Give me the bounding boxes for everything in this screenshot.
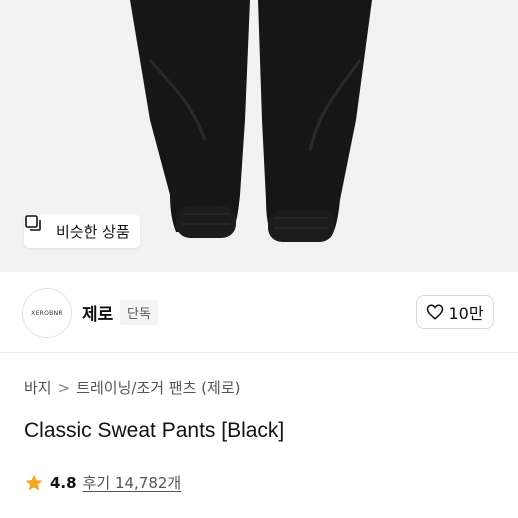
breadcrumb-item-pants[interactable]: 바지: [24, 377, 52, 398]
star-icon: [24, 473, 44, 493]
breadcrumb-separator: >: [57, 378, 71, 397]
brand-logo-text: XEROBNR: [31, 309, 63, 317]
exclusive-badge: 단독: [120, 300, 158, 325]
review-count-link[interactable]: 후기 14,782개: [83, 472, 182, 493]
like-count: 10만: [448, 304, 484, 323]
like-button[interactable]: 10만: [416, 295, 494, 329]
rating-value: 4.8: [50, 473, 77, 492]
breadcrumb-item-training-jogger[interactable]: 트레이닝/조거 팬츠 (제로): [76, 377, 240, 398]
rating-row: 4.8 후기 14,782개: [24, 472, 181, 493]
heart-icon: [426, 303, 444, 321]
product-image[interactable]: 비슷한 상품: [0, 0, 518, 272]
product-title: Classic Sweat Pants [Black]: [24, 419, 285, 442]
breadcrumb: 바지 > 트레이닝/조거 팬츠 (제로): [24, 377, 240, 398]
similar-items-button[interactable]: 비슷한 상품: [24, 214, 140, 248]
similar-items-icon: [25, 215, 50, 240]
brand-logo[interactable]: XEROBNR: [22, 288, 72, 338]
brand-name[interactable]: 제로: [82, 300, 113, 325]
section-divider: [0, 352, 518, 353]
similar-items-label: 비슷한 상품: [56, 222, 130, 241]
